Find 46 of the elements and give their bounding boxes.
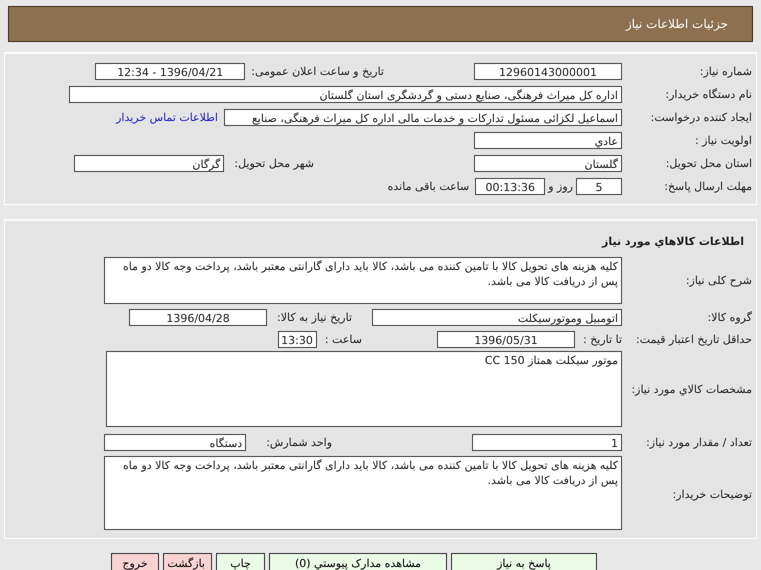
quantity-field[interactable]: 1: [472, 434, 622, 450]
buyer-notes-area[interactable]: کلیه هزینه های تحویل کالا با تامین کننده می باشد، کالا باید دارای گارانتی معتبر باشد، پرداخت وجه کالا دو ماه پس از دریافت کالا می باشد.: [104, 456, 622, 530]
field-label: تاریخ نیاز به کالا:: [277, 311, 352, 324]
field-label: ساعت باقی مانده: [388, 180, 470, 193]
field-label: مشخصات کالاي مورد نياز:: [630, 382, 753, 396]
page-title: جزئیات اطلاعات نیاز: [626, 17, 728, 31]
field-label: توضیحات خریدار:: [672, 488, 753, 500]
form-button[interactable]: خروج: [111, 553, 159, 570]
field-label: حداقل تاریخ اعتبار قیمت:: [635, 333, 753, 346]
need-number-field[interactable]: 12960143000001: [474, 63, 622, 80]
contact-link[interactable]: اطلاعات تماس خریدار: [116, 111, 218, 124]
field-label: روز و: [548, 180, 573, 193]
validity-date-field[interactable]: 1396/05/31: [437, 331, 575, 348]
section-title: اطلاعات کالاهاي مورد نياز: [600, 235, 744, 248]
days-field[interactable]: 5: [576, 178, 622, 195]
field-label: مهلت ارسال پاسخ:: [663, 180, 753, 193]
field-label: شرح کلی نیاز:: [684, 274, 753, 286]
requester-field[interactable]: اسماعیل لکزائی مسئول تدارکات و خدمات مالی اداره کل میراث فرهنگی، صنایع: [224, 109, 622, 126]
field-label: واحد شمارش:: [266, 436, 332, 448]
field-label: تاریخ و ساعت اعلان عمومی:: [251, 65, 384, 78]
unit-field[interactable]: دستگاه: [104, 434, 246, 450]
validity-time-field[interactable]: 13:30: [278, 331, 317, 348]
province-field[interactable]: گلستان: [474, 155, 622, 172]
form-button[interactable]: پاسخ به نیاز: [451, 553, 597, 570]
date-time-field[interactable]: 1396/04/21 - 12:34: [95, 63, 246, 80]
field-label: تا تاریخ :: [583, 333, 622, 346]
field-label: ساعت :: [324, 333, 362, 346]
field-label: شماره نیاز:: [698, 65, 753, 78]
field-label: نام دستگاه خریدار:: [664, 88, 753, 101]
priority-field[interactable]: عادي: [474, 132, 622, 149]
group-field[interactable]: اتومبیل وموتورسیکلت: [372, 309, 622, 326]
form-button[interactable]: مشاهده مدارک پیوستي (0): [269, 553, 447, 570]
city-field[interactable]: گرگان: [74, 155, 224, 172]
specs-area[interactable]: موتور سیکلت همتاز 150 CC: [106, 351, 622, 427]
field-label: استان محل تحویل:: [664, 157, 753, 170]
field-label: تعداد / مقدار مورد نیاز:: [645, 436, 753, 448]
field-label: شهر محل تحویل:: [234, 157, 314, 170]
field-label: گروه کالا:: [706, 311, 753, 324]
buyer-org-field[interactable]: اداره کل میراث فرهنگی، صنایع دستی و گردشگری استان گلستان: [69, 86, 622, 103]
description-area[interactable]: کلیه هزینه های تحویل کالا با تامین کننده می باشد، کالا باید دارای گارانتی معتبر باشد، پرداخت وجه کالا دو ماه پس از دریافت کالا می باشد.: [104, 256, 622, 304]
field-label: اولویت نیاز :: [694, 134, 753, 147]
form-button[interactable]: چاپ: [216, 553, 265, 570]
form-button[interactable]: بازگشت: [163, 553, 212, 570]
time-field[interactable]: 00:13:36: [475, 178, 546, 195]
need-date-field[interactable]: 1396/04/28: [129, 309, 268, 326]
field-label: ایجاد کننده درخواست:: [650, 111, 753, 124]
